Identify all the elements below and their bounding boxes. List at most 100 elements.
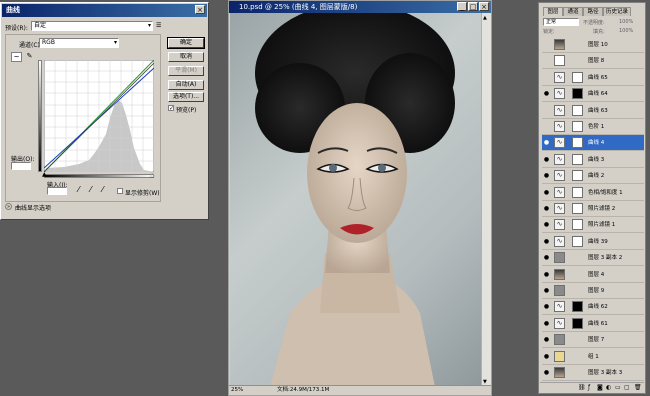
maximize-button[interactable]: □ xyxy=(468,2,478,11)
output-field[interactable] xyxy=(11,162,31,170)
black-eyedropper-icon[interactable]: ⁄ xyxy=(78,185,79,194)
gray-eyedropper-icon[interactable]: ⁄ xyxy=(90,185,91,194)
show-clipping-checkbox[interactable] xyxy=(117,188,123,194)
new-layer-icon[interactable]: ▢ xyxy=(624,384,630,391)
black-point-slider[interactable]: ▲ xyxy=(42,171,47,178)
cancel-button[interactable]: 取消 xyxy=(168,52,204,62)
layer-mask-thumbnail[interactable] xyxy=(572,203,583,214)
layer-mask-thumbnail[interactable] xyxy=(572,137,583,149)
opacity-value[interactable]: 100% xyxy=(619,19,633,25)
layer-mask-thumbnail[interactable] xyxy=(572,186,583,198)
eye-icon[interactable]: ● xyxy=(543,271,550,278)
layer-row[interactable]: ● ∿ 曲线 61 xyxy=(542,316,644,332)
ok-button[interactable]: 确定 xyxy=(167,37,205,49)
layer-row[interactable]: ● 组 1 xyxy=(542,349,644,365)
layer-mask-thumbnail[interactable] xyxy=(572,301,583,313)
preset-select[interactable]: 自定 ▾ xyxy=(31,21,153,31)
eye-icon[interactable]: ● xyxy=(543,287,550,294)
layer-mask-thumbnail[interactable] xyxy=(572,121,583,132)
eye-icon[interactable]: ● xyxy=(543,172,550,179)
layer-mask-thumbnail[interactable] xyxy=(572,88,583,100)
eye-icon[interactable] xyxy=(543,107,550,114)
eye-icon[interactable] xyxy=(543,123,550,130)
opacity-label: 不透明度: xyxy=(583,20,605,26)
eye-icon[interactable]: ● xyxy=(543,90,550,97)
close-button[interactable]: × xyxy=(195,5,205,14)
auto-button[interactable]: 自动(A) xyxy=(168,80,204,90)
eye-icon[interactable]: ● xyxy=(543,369,550,376)
layer-row[interactable]: ● 图层 7 xyxy=(542,332,644,349)
white-point-slider[interactable]: △ xyxy=(150,171,155,178)
layer-row[interactable]: ● ∿ 色相/饱和度 1 xyxy=(542,185,644,201)
vertical-scrollbar[interactable]: ▲ ▼ xyxy=(481,13,491,387)
fx-icon[interactable]: ƒ xyxy=(588,384,590,391)
eye-icon[interactable]: ● xyxy=(543,353,550,360)
eye-icon[interactable] xyxy=(543,57,550,64)
link-icon[interactable]: ⛓ xyxy=(578,384,586,391)
pencil-icon[interactable]: ✎ xyxy=(24,52,35,62)
tab-paths[interactable]: 路径 xyxy=(583,7,603,16)
eye-icon[interactable]: ● xyxy=(543,139,550,146)
minimize-button[interactable]: _ xyxy=(457,2,467,11)
eye-icon[interactable] xyxy=(543,41,550,48)
layer-row[interactable]: ● ∿ 照片滤镜 2 xyxy=(542,201,644,217)
folder-icon[interactable]: ▭ xyxy=(615,384,621,391)
eye-icon[interactable]: ● xyxy=(543,221,550,228)
curve-point-tool-icon[interactable]: ~ xyxy=(11,52,22,62)
trash-icon[interactable]: 🗑 xyxy=(634,384,642,391)
layer-mask-thumbnail[interactable] xyxy=(572,71,583,83)
tab-history[interactable]: 历史记录 xyxy=(603,7,631,16)
layer-mask-thumbnail[interactable] xyxy=(572,317,583,329)
layer-row[interactable]: ● ∿ 曲线 39 xyxy=(542,234,644,250)
layer-mask-thumbnail[interactable] xyxy=(572,170,583,182)
preview-checkbox[interactable]: ✓ xyxy=(168,105,174,112)
layer-row[interactable]: ● ∿ 曲线 4 xyxy=(542,135,644,152)
eye-icon[interactable]: ● xyxy=(543,156,550,163)
close-button[interactable]: × xyxy=(479,2,489,11)
layer-mask-thumbnail[interactable] xyxy=(572,104,583,116)
zoom-level[interactable]: 25% xyxy=(231,386,243,395)
layer-row[interactable]: 图层 10 xyxy=(542,37,644,53)
fill-value[interactable]: 100% xyxy=(619,28,633,34)
eye-icon[interactable]: ● xyxy=(543,205,550,212)
blend-mode-select[interactable]: 正常 xyxy=(543,18,579,26)
layer-row[interactable]: ∿ 色阶 1 xyxy=(542,119,644,135)
tab-channels[interactable]: 通道 xyxy=(563,7,583,16)
smooth-button[interactable]: 平滑(M) xyxy=(168,66,204,76)
layer-row[interactable]: ● ∿ 照片滤镜 1 xyxy=(542,217,644,234)
eye-icon[interactable]: ● xyxy=(543,303,550,310)
layer-row[interactable]: ∿ 曲线 65 xyxy=(542,70,644,86)
curves-adjustment-icon: ∿ xyxy=(554,170,565,182)
expand-icon[interactable]: » xyxy=(5,203,12,210)
layer-row[interactable]: ● ∿ 曲线 2 xyxy=(542,168,644,185)
layer-row[interactable]: ● 图层 4 xyxy=(542,267,644,283)
layer-row[interactable]: ● ∿ 曲线 64 xyxy=(542,86,644,103)
layer-mask-thumbnail[interactable] xyxy=(572,219,583,231)
layer-mask-thumbnail[interactable] xyxy=(572,235,583,247)
mask-icon[interactable]: ◙ xyxy=(597,384,603,391)
eye-icon[interactable]: ● xyxy=(543,254,550,261)
options-button[interactable]: 选项(T)... xyxy=(168,92,204,102)
curve-graph[interactable] xyxy=(44,60,154,172)
layer-row[interactable]: ● ∿ 曲线 3 xyxy=(542,152,644,168)
input-field[interactable] xyxy=(47,187,67,195)
eye-icon[interactable]: ● xyxy=(543,336,550,343)
image-canvas[interactable] xyxy=(230,13,482,387)
layer-row[interactable]: ∿ 曲线 63 xyxy=(542,103,644,119)
eye-icon[interactable]: ● xyxy=(543,189,550,196)
eye-icon[interactable]: ● xyxy=(543,238,550,245)
eye-icon[interactable] xyxy=(543,74,550,81)
scroll-up-icon[interactable]: ▲ xyxy=(483,15,489,21)
layer-row[interactable]: ● 图层 9 xyxy=(542,283,644,299)
layer-row[interactable]: ● 图层 3 副本 3 xyxy=(542,365,644,381)
tab-layers[interactable]: 图层 xyxy=(543,7,563,16)
layer-mask-thumbnail[interactable] xyxy=(572,153,583,165)
adjustment-icon[interactable]: ◐ xyxy=(606,384,611,391)
layer-row[interactable]: 图层 8 xyxy=(542,53,644,70)
channel-select[interactable]: RGB ▾ xyxy=(39,38,119,48)
layer-row[interactable]: ● ∿ 曲线 62 xyxy=(542,299,644,316)
white-eyedropper-icon[interactable]: ⁄ xyxy=(102,185,103,194)
eye-icon[interactable]: ● xyxy=(543,320,550,327)
preset-menu-icon[interactable]: ☰ xyxy=(156,22,161,29)
layer-row[interactable]: ● 图层 3 副本 2 xyxy=(542,250,644,267)
